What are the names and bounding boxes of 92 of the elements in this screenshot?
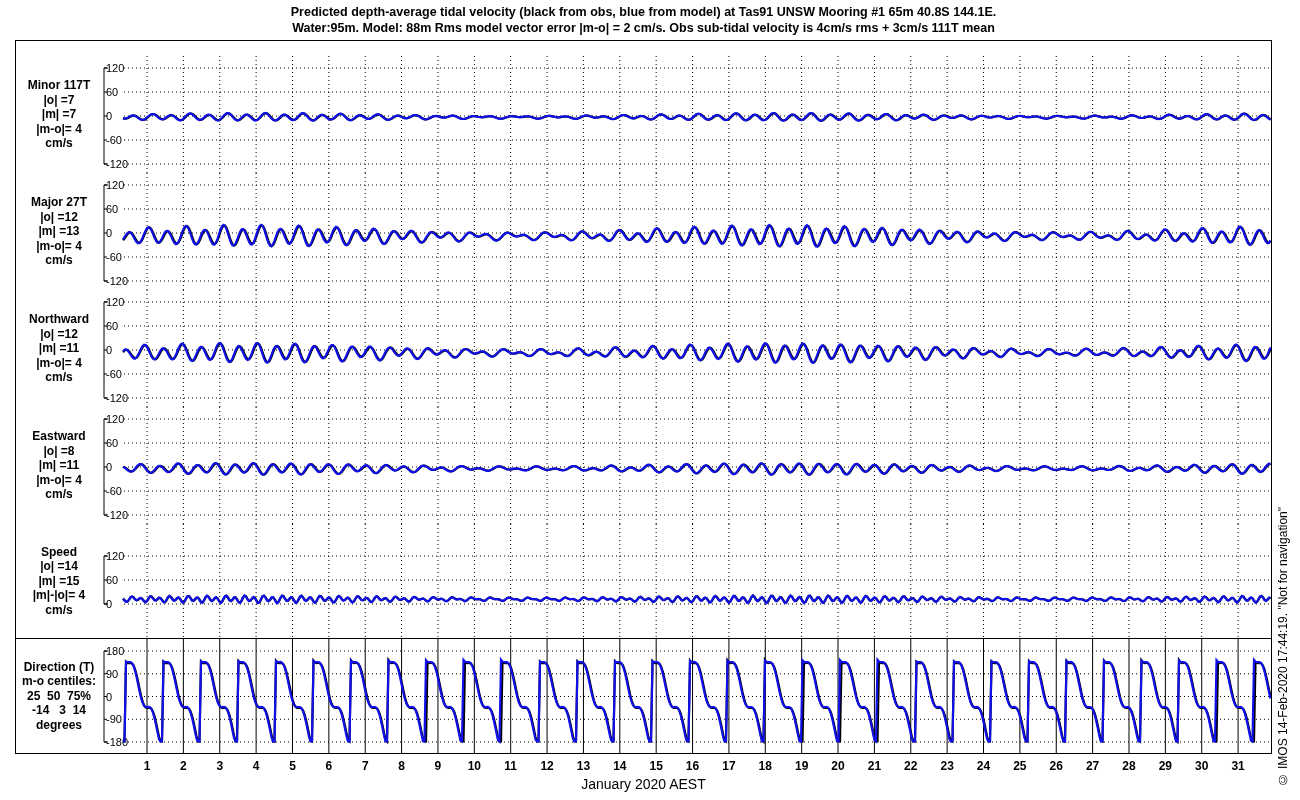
panel-label: |m-o|= 4	[36, 355, 82, 371]
panel-label: |o| =7	[43, 92, 75, 108]
x-tick-label: 21	[867, 759, 882, 773]
panel-label: |m| =15	[38, 573, 80, 589]
panel-label: cm/s	[45, 602, 73, 618]
axis-tick-label: -60	[106, 485, 122, 497]
axis-tick-label: -60	[106, 134, 122, 146]
x-tick-label: 31	[1231, 759, 1245, 773]
panel-label: cm/s	[45, 487, 73, 502]
x-tick-label: 22	[904, 759, 918, 773]
axis-tick-label: 0	[106, 227, 113, 239]
axis-tick-label: 120	[106, 550, 125, 562]
panel-label: |m-o|= 4	[36, 121, 82, 137]
x-tick-label: 11	[504, 759, 518, 773]
x-tick-label: 14	[613, 759, 627, 773]
x-tick-label: 20	[831, 759, 845, 773]
x-tick-label: 19	[795, 759, 809, 773]
x-tick-label: 4	[252, 759, 260, 773]
axis-tick-label: 120	[106, 296, 125, 308]
panel-label: cm/s	[45, 370, 73, 385]
axis-tick-label: 0	[106, 344, 113, 356]
panel-label: |o| =8	[43, 443, 75, 459]
x-tick-label: 6	[325, 759, 333, 773]
x-tick-label: 18	[758, 759, 772, 773]
x-tick-label: 16	[685, 759, 700, 773]
panel-label: |o| =12	[40, 209, 78, 225]
x-tick-label: 30	[1195, 759, 1209, 773]
x-tick-label: 1	[143, 759, 151, 773]
x-tick-label: 17	[722, 759, 736, 773]
x-tick-label: 26	[1049, 759, 1063, 773]
axis-tick-label: 60	[106, 574, 119, 586]
x-tick-label: 3	[216, 759, 224, 773]
axis-tick-label: -120	[106, 275, 129, 287]
x-tick-label: 15	[649, 759, 663, 773]
axis-tick-label: -120	[106, 158, 129, 170]
panel-label: |o| =14	[40, 559, 78, 574]
panel-label: |m| =13	[38, 224, 80, 239]
x-tick-label: 27	[1085, 759, 1100, 773]
axis-tick-label: -60	[106, 251, 122, 263]
x-tick-label: 8	[398, 759, 405, 773]
axis-tick-label: -60	[106, 368, 122, 380]
panel-label: degrees	[36, 717, 82, 733]
panel-label: Northward	[29, 312, 89, 327]
copyright-note: © IMOS 14-Feb-2020 17:44:19. "Not for navigation"	[1276, 506, 1290, 786]
panel-label: |m| =11	[38, 458, 80, 473]
panel-label: Minor 117T	[27, 78, 91, 93]
x-tick-label: 10	[467, 759, 481, 773]
axis-tick-label: 60	[106, 437, 119, 449]
axis-tick-label: 120	[106, 62, 125, 74]
chart-subtitle: Water:95m. Model: 88m Rms model vector error |m-o| = 2 cm/s. Obs sub-tidal velocity is 4cm/s rms + 3cm/s 111T mean	[292, 20, 995, 36]
panel-label: |m| =11	[38, 341, 80, 356]
axis-tick-label: 60	[106, 320, 119, 332]
axis-tick-label: 180	[106, 645, 125, 657]
panel-label: cm/s	[45, 136, 73, 151]
panel-label: |m|-|o|= 4	[32, 588, 86, 603]
axis-tick-label: 60	[106, 86, 119, 98]
axis-tick-label: 120	[106, 413, 125, 425]
panel-label: cm/s	[45, 253, 73, 268]
panel-label: m-o centiles:	[22, 674, 96, 689]
axis-tick-label: 0	[106, 110, 113, 122]
axis-tick-label: 90	[106, 667, 119, 680]
x-tick-label: 12	[540, 759, 554, 773]
panel-label: Direction (T)	[23, 659, 95, 675]
panel-label: |m-o|= 4	[36, 472, 82, 488]
axis-tick-label: -90	[106, 713, 122, 726]
panel-label: Speed	[41, 544, 77, 560]
axis-tick-label: -120	[106, 509, 129, 521]
x-tick-label: 28	[1122, 759, 1136, 773]
axis-tick-label: 0	[106, 598, 113, 610]
x-tick-label: 5	[289, 759, 296, 773]
axis-tick-label: -180	[106, 736, 129, 748]
panel-label: |o| =12	[40, 326, 78, 342]
axis-tick-label: 60	[106, 203, 119, 215]
axis-tick-label: 0	[106, 461, 113, 473]
x-tick-label: 23	[940, 759, 954, 773]
x-tick-label: 9	[434, 759, 442, 773]
panel-label: -14 3 14	[31, 703, 86, 718]
panel-label: 25 50 75%	[26, 688, 92, 704]
panel-label: |m-o|= 4	[36, 238, 82, 254]
x-tick-label: 29	[1158, 759, 1173, 773]
x-tick-label: 7	[361, 759, 369, 773]
panel-label: Eastward	[32, 429, 86, 444]
x-tick-label: 13	[576, 759, 591, 773]
axis-tick-label: -120	[106, 392, 129, 404]
panel-label: Major 27T	[31, 195, 87, 210]
x-axis-label: January 2020 AEST	[581, 776, 706, 792]
x-tick-label: 24	[976, 759, 991, 773]
chart-title: Predicted depth-average tidal velocity (black from obs, blue from model) at Tas91 UNSW Mooring #1 65m 40.8S 144.1E.	[290, 4, 997, 20]
axis-tick-label: 120	[106, 179, 125, 191]
panel-label: |m| =7	[41, 107, 77, 122]
x-tick-label: 2	[180, 759, 187, 773]
x-tick-label: 25	[1013, 759, 1027, 773]
